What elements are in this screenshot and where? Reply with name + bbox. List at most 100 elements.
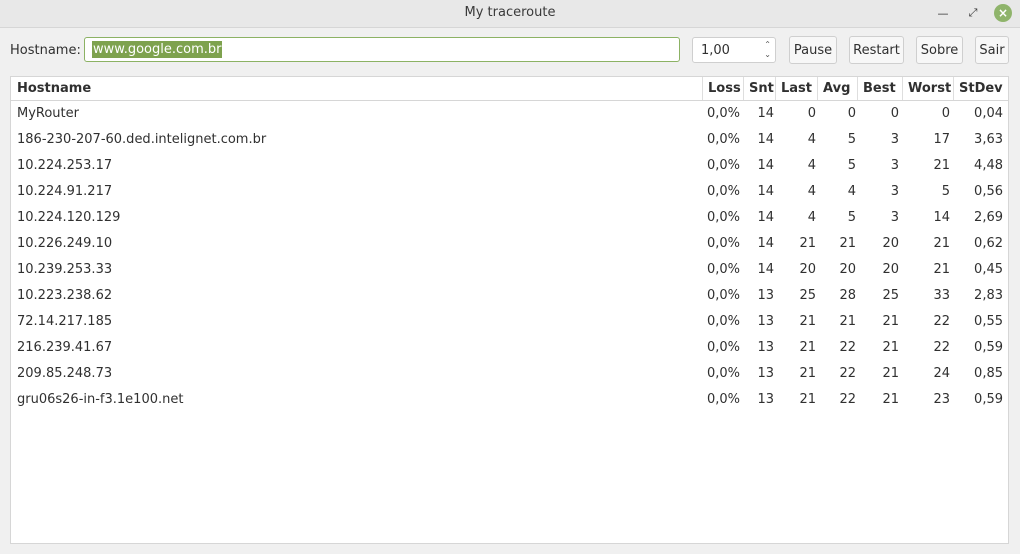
column-header-avg[interactable]: Avg: [818, 77, 858, 100]
hostname-input[interactable]: www.google.com.br: [84, 37, 680, 62]
cell-avg: 28: [839, 288, 856, 303]
column-header-last[interactable]: Last: [776, 77, 818, 100]
cell-snt: 13: [757, 314, 774, 329]
cell-worst: 21: [933, 262, 950, 277]
cell-host: gru06s26-in-f3.1e100.net: [17, 392, 184, 407]
about-button[interactable]: Sobre: [916, 36, 963, 64]
cell-loss: 0,0%: [706, 262, 740, 277]
table-row[interactable]: 10.223.238.62 0,0% 13 25 28 25 33 2,83: [11, 283, 1008, 309]
column-header-hostname[interactable]: Hostname: [11, 77, 703, 100]
cell-best: 3: [890, 158, 899, 173]
cell-last: 21: [799, 314, 816, 329]
cell-stdev: 2,69: [974, 210, 1003, 225]
cell-host: 10.224.91.217: [17, 184, 113, 199]
column-header-stdev[interactable]: StDev: [954, 77, 1008, 100]
cell-avg: 5: [847, 158, 856, 173]
table-row[interactable]: gru06s26-in-f3.1e100.net 0,0% 13 21 22 21 23 0,…: [11, 387, 1008, 413]
cell-best: 21: [882, 314, 899, 329]
interval-value[interactable]: 1,00: [701, 43, 730, 58]
close-icon[interactable]: ×: [994, 4, 1012, 22]
interval-spinbox[interactable]: 1,00 ⌃ ⌄: [692, 37, 776, 63]
cell-stdev: 0,62: [974, 236, 1003, 251]
cell-host: MyRouter: [17, 106, 79, 121]
cell-last: 4: [807, 132, 816, 147]
table-row[interactable]: 10.239.253.33 0,0% 14 20 20 20 21 0,45: [11, 257, 1008, 283]
cell-loss: 0,0%: [706, 132, 740, 147]
hostname-value[interactable]: www.google.com.br: [92, 41, 223, 58]
cell-host: 216.239.41.67: [17, 340, 113, 355]
cell-stdev: 3,63: [974, 132, 1003, 147]
results-table: Hostname Loss Snt Last Avg Best Worst St…: [10, 76, 1009, 544]
cell-host: 10.239.253.33: [17, 262, 113, 277]
cell-snt: 14: [757, 158, 774, 173]
cell-host: 10.226.249.10: [17, 236, 113, 251]
maximize-icon[interactable]: ⤢: [964, 4, 982, 22]
restart-button[interactable]: Restart: [849, 36, 904, 64]
cell-avg: 20: [839, 262, 856, 277]
cell-host: 72.14.217.185: [17, 314, 113, 329]
cell-stdev: 2,83: [974, 288, 1003, 303]
cell-last: 4: [807, 210, 816, 225]
cell-snt: 13: [757, 288, 774, 303]
cell-best: 3: [890, 184, 899, 199]
cell-snt: 14: [757, 262, 774, 277]
table-row[interactable]: 10.224.253.17 0,0% 14 4 5 3 21 4,48: [11, 153, 1008, 179]
cell-last: 4: [807, 184, 816, 199]
table-row[interactable]: 216.239.41.67 0,0% 13 21 22 21 22 0,59: [11, 335, 1008, 361]
cell-stdev: 0,55: [974, 314, 1003, 329]
table-row[interactable]: MyRouter 0,0% 14 0 0 0 0 0,04: [11, 101, 1008, 127]
table-header: Hostname Loss Snt Last Avg Best Worst St…: [11, 77, 1008, 101]
cell-last: 25: [799, 288, 816, 303]
spin-up-icon[interactable]: ⌃: [764, 41, 771, 49]
column-header-worst[interactable]: Worst: [903, 77, 954, 100]
cell-avg: 21: [839, 236, 856, 251]
cell-best: 21: [882, 340, 899, 355]
cell-avg: 5: [847, 210, 856, 225]
hostname-label: Hostname:: [10, 43, 81, 58]
column-header-loss[interactable]: Loss: [703, 77, 744, 100]
cell-best: 20: [882, 236, 899, 251]
table-row[interactable]: 10.224.91.217 0,0% 14 4 4 3 5 0,56: [11, 179, 1008, 205]
spin-down-icon[interactable]: ⌄: [764, 51, 771, 59]
cell-snt: 14: [757, 184, 774, 199]
cell-avg: 21: [839, 314, 856, 329]
cell-stdev: 4,48: [974, 158, 1003, 173]
cell-loss: 0,0%: [706, 106, 740, 121]
table-row[interactable]: 186-230-207-60.ded.intelignet.com.br 0,0%…: [11, 127, 1008, 153]
cell-best: 21: [882, 366, 899, 381]
cell-worst: 23: [933, 392, 950, 407]
cell-worst: 14: [933, 210, 950, 225]
cell-best: 0: [890, 106, 899, 121]
cell-avg: 5: [847, 132, 856, 147]
column-header-snt[interactable]: Snt: [744, 77, 776, 100]
quit-button[interactable]: Sair: [975, 36, 1009, 64]
title-bar: My traceroute — ⤢ ×: [0, 0, 1020, 28]
window-title: My traceroute: [464, 5, 556, 20]
cell-host: 10.223.238.62: [17, 288, 113, 303]
table-row[interactable]: 10.224.120.129 0,0% 14 4 5 3 14 2,69: [11, 205, 1008, 231]
cell-worst: 17: [933, 132, 950, 147]
cell-host: 10.224.120.129: [17, 210, 121, 225]
cell-snt: 14: [757, 236, 774, 251]
cell-avg: 4: [847, 184, 856, 199]
cell-worst: 5: [941, 184, 950, 199]
column-header-best[interactable]: Best: [858, 77, 903, 100]
cell-worst: 33: [933, 288, 950, 303]
minimize-icon[interactable]: —: [934, 4, 952, 22]
cell-best: 21: [882, 392, 899, 407]
cell-worst: 0: [941, 106, 950, 121]
cell-best: 20: [882, 262, 899, 277]
cell-last: 21: [799, 392, 816, 407]
cell-loss: 0,0%: [706, 366, 740, 381]
table-row[interactable]: 72.14.217.185 0,0% 13 21 21 21 22 0,55: [11, 309, 1008, 335]
cell-avg: 22: [839, 340, 856, 355]
cell-best: 25: [882, 288, 899, 303]
cell-worst: 21: [933, 158, 950, 173]
cell-last: 21: [799, 340, 816, 355]
cell-last: 4: [807, 158, 816, 173]
pause-button[interactable]: Pause: [789, 36, 837, 64]
cell-stdev: 0,85: [974, 366, 1003, 381]
cell-loss: 0,0%: [706, 340, 740, 355]
table-row[interactable]: 209.85.248.73 0,0% 13 21 22 21 24 0,85: [11, 361, 1008, 387]
table-row[interactable]: 10.226.249.10 0,0% 14 21 21 20 21 0,62: [11, 231, 1008, 257]
